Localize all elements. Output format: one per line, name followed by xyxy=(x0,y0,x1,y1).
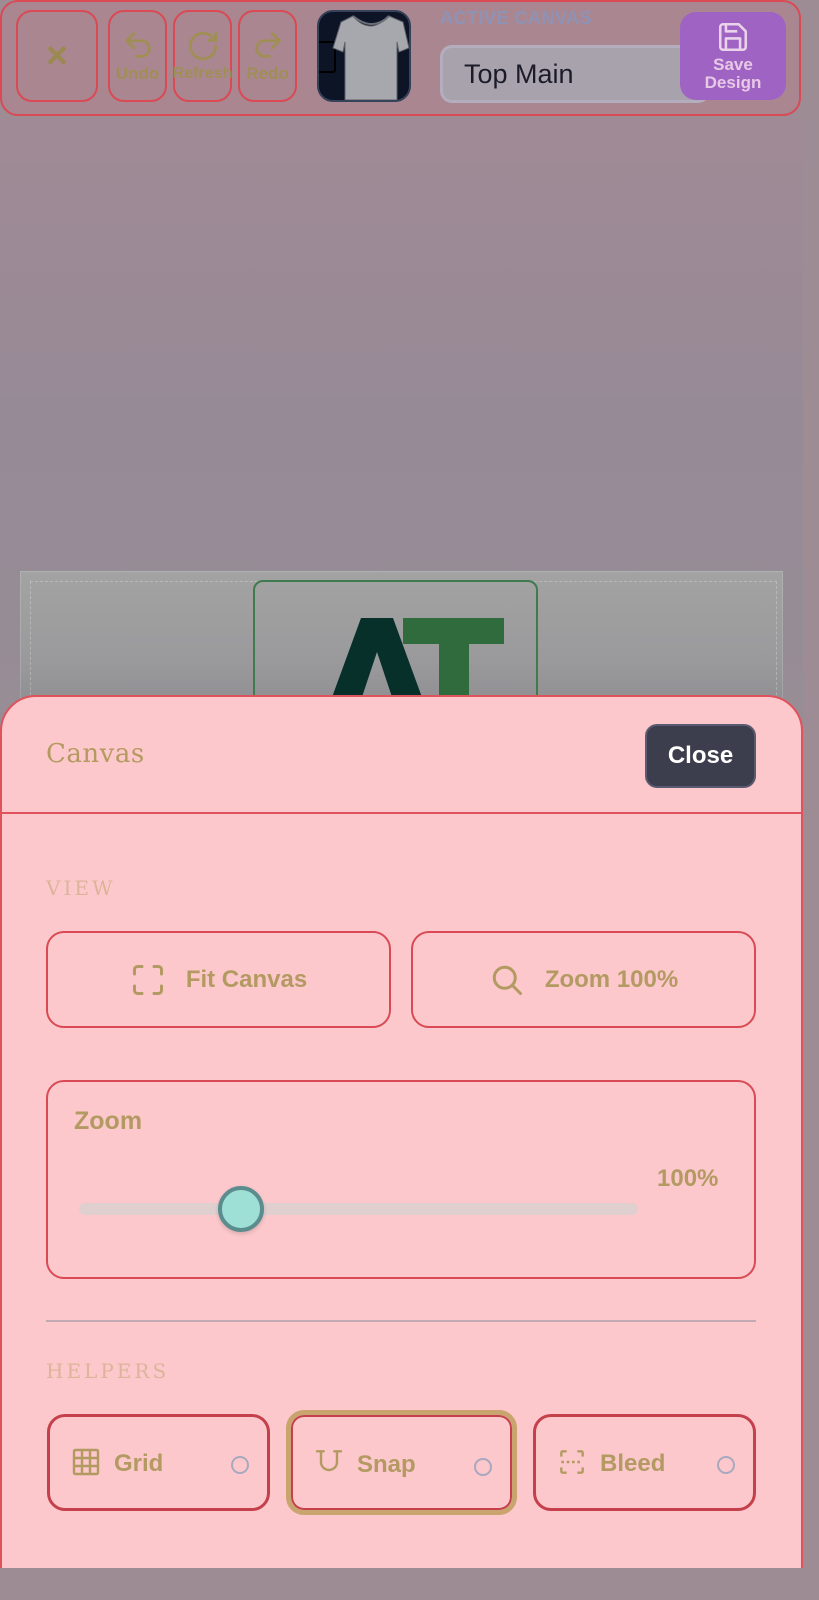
tshirt-icon xyxy=(319,15,409,100)
grid-icon xyxy=(72,1448,100,1476)
magnet-icon xyxy=(315,1450,343,1472)
active-canvas-select[interactable]: Top Main xyxy=(440,45,710,103)
section-divider xyxy=(46,1320,756,1322)
undo-button[interactable]: Undo xyxy=(108,10,167,102)
bleed-icon xyxy=(560,1450,584,1474)
view-section-label: VIEW xyxy=(46,876,116,900)
save-label-line1: Save xyxy=(713,55,753,74)
search-icon xyxy=(492,965,522,995)
refresh-button[interactable]: Refresh xyxy=(173,10,232,102)
helpers-section-label: HELPERS xyxy=(46,1359,170,1383)
redo-button[interactable]: Redo xyxy=(238,10,297,102)
redo-icon xyxy=(254,32,281,58)
sheet-title: Canvas xyxy=(46,739,145,769)
bleed-toggle-indicator[interactable] xyxy=(717,1456,735,1474)
grid-toggle-button[interactable]: Grid xyxy=(47,1414,270,1511)
active-canvas-value: Top Main xyxy=(464,59,574,89)
grid-toggle-indicator[interactable] xyxy=(231,1456,249,1474)
zoom-slider-track[interactable] xyxy=(79,1203,638,1215)
fit-canvas-button[interactable]: Fit Canvas xyxy=(46,931,391,1028)
close-icon: × xyxy=(45,35,69,77)
fit-screen-icon xyxy=(132,964,163,995)
snap-toggle-indicator[interactable] xyxy=(474,1458,492,1476)
fit-canvas-label: Fit Canvas xyxy=(185,965,308,993)
zoom-value: 100% xyxy=(657,1165,719,1192)
save-label: Save Design xyxy=(705,56,762,92)
grid-label: Grid xyxy=(114,1450,164,1477)
bleed-label: Bleed xyxy=(600,1450,666,1477)
redo-label: Redo xyxy=(246,64,289,83)
undo-label: Undo xyxy=(115,64,160,83)
snap-label: Snap xyxy=(357,1451,416,1478)
zoom-control-card xyxy=(46,1080,756,1279)
undo-icon xyxy=(124,32,151,58)
zoom-title: Zoom xyxy=(74,1107,143,1135)
refresh-label: Refresh xyxy=(172,65,233,82)
save-icon xyxy=(718,22,748,52)
save-label-line2: Design xyxy=(704,73,762,92)
product-thumbnail[interactable] xyxy=(317,10,411,102)
close-sheet-button[interactable]: Close xyxy=(645,724,756,788)
zoom-slider-thumb[interactable] xyxy=(218,1186,265,1232)
close-editor-button[interactable]: × xyxy=(16,10,98,102)
save-design-button[interactable]: Save Design xyxy=(680,12,786,100)
sheet-header-divider xyxy=(0,812,803,814)
refresh-icon xyxy=(188,31,217,61)
bleed-toggle-button[interactable]: Bleed xyxy=(533,1414,756,1511)
snap-toggle-button[interactable]: Snap xyxy=(286,1410,517,1515)
active-canvas-label: ACTIVE CANVAS xyxy=(440,8,593,28)
zoom-100-button[interactable]: Zoom 100% xyxy=(411,931,756,1028)
app-root: × Undo Refresh Redo ACTIVE CANVAS Top Ma… xyxy=(0,0,803,1568)
zoom-100-label: Zoom 100% xyxy=(544,965,679,993)
